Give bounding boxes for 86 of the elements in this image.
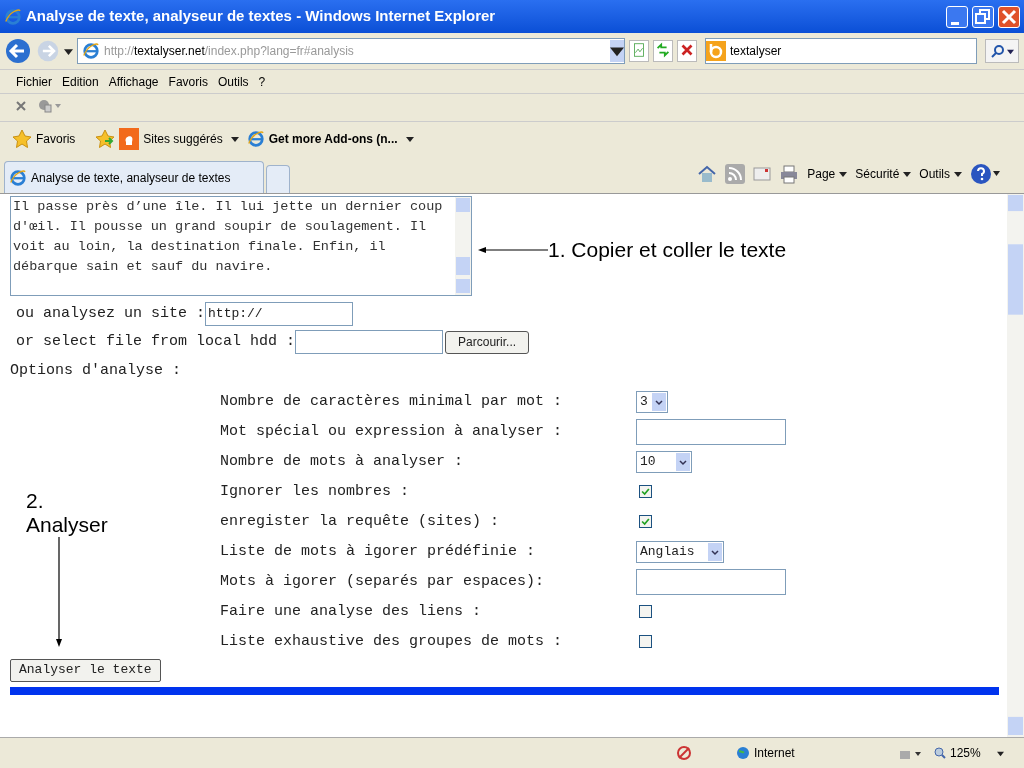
window-title: Analyse de texte, analyseur de textes - Windows Internet Explorer [26, 6, 497, 27]
browser-tab[interactable]: Analyse de texte, analyseur de textes [4, 161, 264, 193]
browse-button[interactable]: Parcourir... [445, 330, 530, 354]
text-area[interactable]: Il passe près d’une île. Il lui jette un dernier coup d'œil. Il pousse un grand soupir de soulagement. Il voit au loin, la destination finale. Enfin, il débarque sain et sauf du navire. [10, 196, 472, 296]
back-icon[interactable] [4, 37, 32, 65]
ie-logo-icon [4, 7, 22, 26]
convert-icon[interactable] [38, 98, 62, 113]
command-menu-button[interactable]: Sécurité [855, 165, 912, 183]
lightbulb-icon [119, 127, 140, 150]
option-label: Mot spécial ou expression à analyser : [220, 421, 564, 442]
minimize-button[interactable] [946, 5, 968, 28]
arrow-icon [54, 537, 64, 647]
caret-icon [839, 170, 848, 178]
label: ou analysez un site : [16, 303, 206, 324]
search-field[interactable]: textalyser [705, 38, 977, 64]
zoom-button[interactable]: 125% [934, 744, 1004, 762]
url-field[interactable]: http:// [205, 302, 354, 326]
compatibility-icon[interactable] [629, 40, 649, 62]
menu-item[interactable]: Affichage [108, 72, 159, 91]
section-heading: Options d'analyse : [10, 361, 183, 381]
add-favorite-icon [95, 128, 116, 149]
checkbox[interactable] [639, 515, 652, 528]
close-button[interactable] [998, 5, 1020, 28]
menu-item[interactable]: Favoris [168, 72, 208, 91]
command-menu-button[interactable]: Outils [919, 165, 962, 183]
option-label: Liste de mots à igorer prédéfinie : [220, 541, 537, 562]
menu-item[interactable]: Edition [62, 72, 99, 91]
command-menu-button[interactable]: Page [807, 165, 848, 183]
analyze-button[interactable]: Analyser le texte [10, 658, 161, 682]
search-button[interactable] [985, 39, 1019, 63]
search-provider-icon [706, 41, 726, 61]
file-path-field[interactable] [295, 330, 444, 354]
close-icon[interactable] [16, 100, 26, 111]
text-field[interactable] [636, 568, 786, 595]
printer-icon[interactable] [779, 164, 800, 184]
mail-icon[interactable] [753, 167, 772, 181]
refresh-icon[interactable] [653, 40, 673, 62]
menu-item[interactable]: ? [258, 72, 266, 91]
star-icon [12, 128, 32, 149]
favorites-button[interactable]: Get more Add-ons (n... [246, 129, 414, 148]
caret-icon [954, 170, 962, 178]
dropdown[interactable]: Anglais [636, 540, 724, 563]
caret-icon [405, 134, 414, 143]
address-field[interactable]: http://textalyser.net/index.php?lang=fr#analysis [77, 38, 625, 64]
option-label: Nombre de caractères minimal par mot : [220, 391, 564, 412]
ie-logo-icon [9, 168, 27, 187]
stop-icon[interactable] [677, 40, 697, 62]
caret-icon[interactable] [64, 46, 73, 56]
search-icon [990, 44, 1005, 58]
option-label: enregister la requête (sites) : [220, 511, 501, 532]
maximize-icon [973, 6, 993, 27]
globe-icon [736, 746, 750, 760]
checkbox[interactable] [639, 485, 652, 498]
option-label: Ignorer les nombres : [220, 481, 411, 502]
ie-logo-icon [246, 129, 265, 148]
option-label: Mots à igorer (separés par espaces): [220, 571, 546, 592]
arrow-icon [478, 244, 548, 255]
dropdown[interactable]: 3 [636, 390, 668, 413]
annotation-text: 1. Copier et coller le texte [548, 237, 787, 263]
zoom-icon [934, 747, 946, 759]
home-icon[interactable] [697, 164, 718, 184]
caret-icon [996, 749, 1004, 757]
minimize-icon [951, 21, 959, 25]
menu-item[interactable]: Outils [217, 72, 249, 91]
label: or select file from local hdd : [16, 331, 296, 352]
caret-icon [1006, 47, 1014, 55]
status-text: Internet [754, 745, 795, 762]
help-icon[interactable] [970, 163, 1000, 185]
annotation-text: 2. Analyser [26, 489, 108, 537]
option-label: Faire une analyse des liens : [220, 601, 483, 622]
favorites-button[interactable]: Sites suggérés [95, 127, 239, 150]
privacy-icon [676, 745, 692, 761]
checkbox[interactable] [639, 635, 652, 648]
dropdown[interactable]: 10 [636, 450, 692, 473]
scrollbar-icon [455, 197, 471, 295]
favorites-button[interactable]: Favoris [12, 128, 76, 149]
ie-logo-icon [82, 42, 100, 60]
option-label: Nombre de mots à analyser : [220, 451, 465, 472]
caret-icon [230, 134, 239, 143]
checkbox[interactable] [639, 605, 652, 618]
option-label: Liste exhaustive des groupes de mots : [220, 631, 564, 652]
maximize-button[interactable] [972, 5, 994, 28]
scrollbar-icon [1007, 194, 1024, 737]
menu-item[interactable]: Fichier [16, 72, 52, 91]
text-field[interactable] [636, 418, 786, 445]
caret-icon [903, 170, 912, 178]
